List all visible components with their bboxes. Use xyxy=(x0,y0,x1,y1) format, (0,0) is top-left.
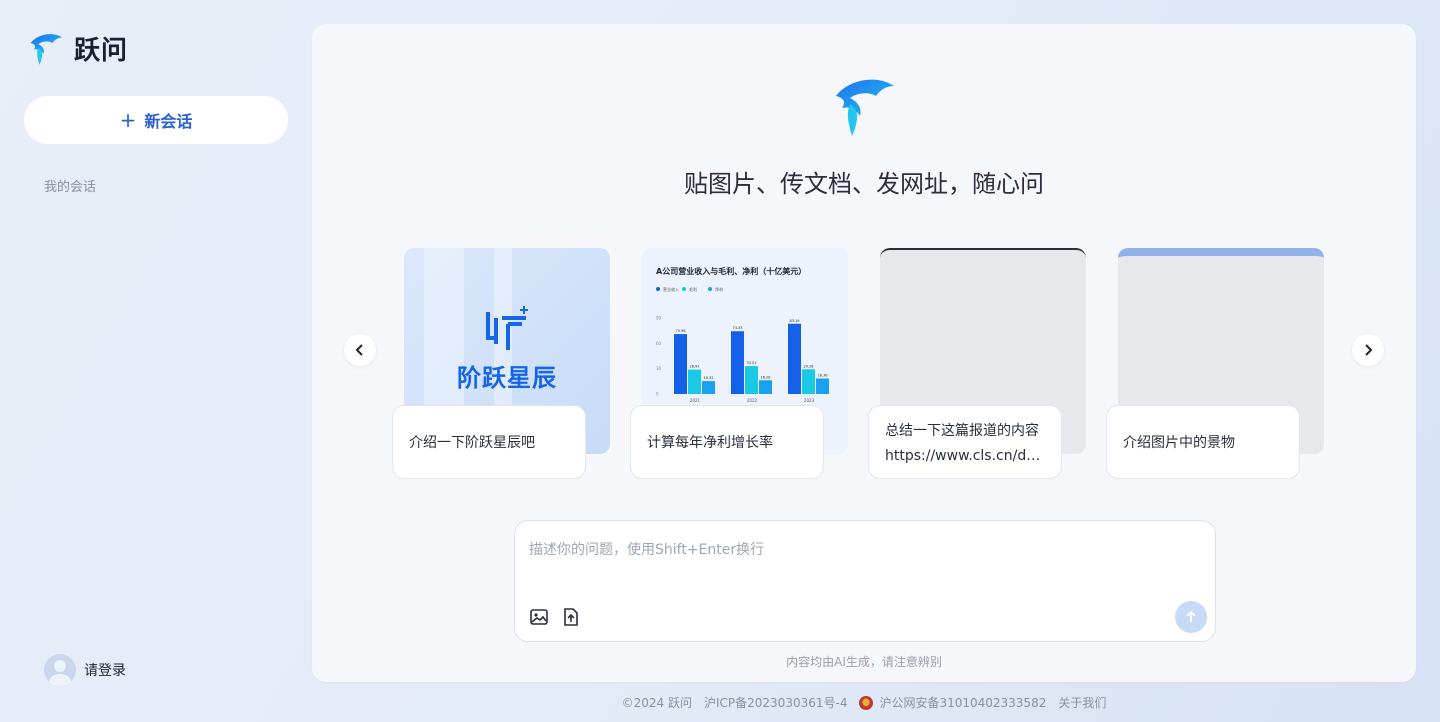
new-chat-button[interactable]: + 新会话 xyxy=(24,96,288,144)
icp-link[interactable]: 沪ICP备2023030361号-4 xyxy=(704,694,847,711)
y-tick-label: 30 xyxy=(656,366,662,371)
app-name: 跃问 xyxy=(74,36,129,66)
send-button[interactable] xyxy=(1175,601,1207,633)
bar-value-label: 18.36 xyxy=(817,373,827,377)
x-tick-label: 2022 xyxy=(747,398,758,403)
card-prompt-text: 总结一下这篇报道的内容 xyxy=(885,423,1039,439)
carousel-prev-button[interactable] xyxy=(344,334,376,366)
bar-value-label: 28.92 xyxy=(689,365,699,369)
dolphin-logo-icon xyxy=(30,33,63,65)
chart-bar xyxy=(759,380,772,394)
legend-label: 营业收入 xyxy=(663,286,679,292)
card-prompt-text: 介绍图片中的景物 xyxy=(1123,435,1235,451)
card-prompt-text: 介绍一下阶跃星辰吧 xyxy=(409,435,535,451)
arrow-up-icon xyxy=(1186,610,1196,622)
police-record-text: 沪公网安备31010402333582 xyxy=(879,696,1047,710)
police-record[interactable]: 沪公网安备31010402333582 xyxy=(859,694,1046,711)
y-tick-label: 90 xyxy=(656,316,662,321)
chart-bar xyxy=(816,378,829,394)
y-tick-label: 0 xyxy=(656,392,659,397)
dolphin-logo-icon xyxy=(836,79,894,136)
legend-label: 毛利 xyxy=(689,286,697,292)
copyright: ©2024 跃问 xyxy=(621,696,692,710)
y-tick-label: 60 xyxy=(656,341,662,346)
chart-bar xyxy=(702,381,715,394)
login-label: 请登录 xyxy=(84,663,126,679)
new-chat-label: 新会话 xyxy=(144,112,193,131)
chart-bar xyxy=(674,334,687,394)
suggestion-card[interactable]: 介绍图片中的景物 xyxy=(1106,248,1326,480)
card-prompt[interactable]: 总结一下这篇报道的内容 https://www.cls.cn/det... xyxy=(868,405,1062,479)
suggestion-card[interactable]: 阶跃星辰 介绍一下阶跃星辰吧 xyxy=(392,248,612,480)
bar-value-label: 83.19 xyxy=(789,319,799,323)
chart-bar xyxy=(788,323,801,394)
app-logo[interactable]: 跃问 xyxy=(28,30,128,67)
chart-bar xyxy=(731,331,744,394)
suggestion-card[interactable]: A公司营业收入与毛利、净利（十亿美元） 营业收入 毛利 净利 90 60 30 0 70.98 2… xyxy=(630,248,850,480)
chevron-left-icon xyxy=(355,344,363,356)
chat-input-box xyxy=(514,520,1216,642)
chart-bar xyxy=(745,366,758,394)
legend-label: 净利 xyxy=(715,286,723,292)
bar-value-label: 29.28 xyxy=(803,364,813,368)
card-prompt-url: https://www.cls.cn/det... xyxy=(885,448,1045,464)
image-upload-icon[interactable] xyxy=(529,607,549,627)
x-tick-label: 2023 xyxy=(804,398,815,403)
main-panel: 贴图片、传文档、发网址，随心问 阶跃星辰 介绍一下阶跃星辰吧 A公司营业收入与毛… xyxy=(312,24,1416,682)
bar-value-label: 16.28 xyxy=(760,375,770,379)
brand-name: 阶跃星辰 xyxy=(457,364,557,392)
plus-icon: + xyxy=(119,108,137,132)
card-prompt[interactable]: 计算每年净利增长率 xyxy=(630,405,824,479)
legend-swatch xyxy=(682,287,686,291)
file-upload-icon[interactable] xyxy=(561,607,581,627)
bar-value-label: 33.01 xyxy=(746,361,756,365)
stepfun-logo-icon xyxy=(486,306,528,350)
bar-value-label: 15.32 xyxy=(703,376,713,380)
headline: 贴图片、传文档、发网址，随心问 xyxy=(684,170,1044,198)
chevron-right-icon xyxy=(1365,344,1373,356)
ai-disclaimer: 内容均由AI生成，请注意辨别 xyxy=(786,655,942,669)
bar-value-label: 70.98 xyxy=(675,329,685,333)
chat-input[interactable] xyxy=(529,539,1189,589)
x-tick-label: 2021 xyxy=(690,398,701,403)
chart-title: A公司营业收入与毛利、净利（十亿美元） xyxy=(656,266,806,276)
card-prompt[interactable]: 介绍图片中的景物 xyxy=(1106,405,1300,479)
chart-bar xyxy=(802,369,815,394)
legend-swatch xyxy=(708,287,712,291)
card-prompt[interactable]: 介绍一下阶跃星辰吧 xyxy=(392,405,586,479)
police-badge-icon xyxy=(859,695,874,710)
my-chats-title: 我的会话 xyxy=(44,180,97,195)
sidebar: 跃问 + 新会话 我的会话 请登录 xyxy=(0,0,312,722)
avatar xyxy=(44,654,76,686)
card-prompt-text: 计算每年净利增长率 xyxy=(647,435,773,451)
chart-bar xyxy=(688,369,701,394)
carousel-next-button[interactable] xyxy=(1352,334,1384,366)
bar-value-label: 74.33 xyxy=(732,326,742,330)
footer: ©2024 跃问 沪ICP备2023030361号-4 沪公网安备3101040… xyxy=(312,694,1416,711)
about-link[interactable]: 关于我们 xyxy=(1058,694,1106,711)
suggestion-card[interactable]: 总结一下这篇报道的内容 https://www.cls.cn/det... xyxy=(868,248,1088,480)
legend-swatch xyxy=(656,287,660,291)
login-button[interactable]: 请登录 xyxy=(44,654,126,686)
